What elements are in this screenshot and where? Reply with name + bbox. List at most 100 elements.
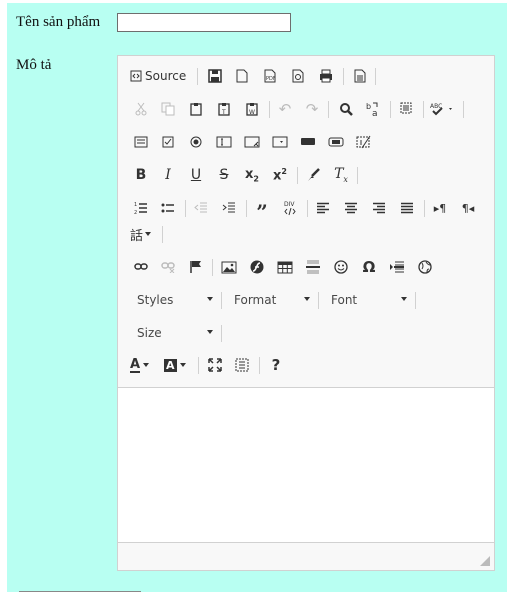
form-button[interactable] <box>130 131 152 153</box>
size-dropdown[interactable]: Size <box>137 322 213 344</box>
rtl-icon: ¶◂ <box>461 201 475 215</box>
paste-from-word-button[interactable]: W <box>241 98 263 120</box>
bulleted-list-button[interactable] <box>157 197 179 219</box>
copy-formatting-button[interactable] <box>302 164 324 186</box>
align-right-button[interactable] <box>368 197 390 219</box>
radio-icon <box>190 136 202 148</box>
image-button-tool[interactable] <box>325 131 347 153</box>
unlink-icon <box>161 262 175 273</box>
strikethrough-icon: S <box>219 167 229 183</box>
create-div-button[interactable]: DIV <box>279 197 301 219</box>
new-page-button[interactable] <box>231 65 253 87</box>
justify-icon <box>401 202 413 214</box>
form-icon <box>134 136 148 148</box>
increase-indent-button[interactable] <box>218 197 240 219</box>
product-name-input[interactable] <box>117 13 291 32</box>
paste-text-button[interactable]: T <box>213 98 235 120</box>
strikethrough-button[interactable]: S <box>213 164 235 186</box>
cut-button[interactable] <box>130 98 152 120</box>
remove-format-button[interactable]: Tx <box>330 164 352 186</box>
help-icon: ? <box>271 356 281 374</box>
paste-icon <box>190 103 202 116</box>
horizontal-line-button[interactable] <box>302 256 324 278</box>
hidden-field-icon <box>356 135 371 149</box>
superscript-button[interactable]: x2 <box>269 164 291 186</box>
align-left-button[interactable] <box>312 197 334 219</box>
preview-button[interactable] <box>287 65 309 87</box>
replace-icon: ba <box>366 102 378 117</box>
bold-button[interactable]: B <box>130 164 152 186</box>
align-center-icon <box>345 202 357 214</box>
resize-handle-icon[interactable] <box>480 556 490 566</box>
editor-content-area[interactable] <box>118 388 494 543</box>
export-pdf-button[interactable]: PDF <box>259 65 281 87</box>
flash-button[interactable] <box>246 256 268 278</box>
hidden-field-button[interactable] <box>353 131 375 153</box>
find-button[interactable] <box>335 98 357 120</box>
about-button[interactable]: ? <box>265 354 287 376</box>
redo-button[interactable]: ↷ <box>301 98 323 120</box>
justify-button[interactable] <box>396 197 418 219</box>
page-break-icon <box>390 261 404 273</box>
select-field-button[interactable] <box>269 131 291 153</box>
table-button[interactable] <box>274 256 296 278</box>
special-char-button[interactable]: Ω <box>358 256 380 278</box>
unlink-button[interactable] <box>157 256 179 278</box>
show-blocks-button[interactable] <box>231 354 253 376</box>
templates-button[interactable] <box>349 65 371 87</box>
align-right-icon <box>373 202 385 214</box>
smiley-button[interactable] <box>330 256 352 278</box>
radio-button-tool[interactable] <box>185 131 207 153</box>
button-tool[interactable] <box>297 131 319 153</box>
font-dropdown[interactable]: Font <box>331 289 407 311</box>
image-icon <box>221 261 237 273</box>
checkbox-button[interactable] <box>157 131 179 153</box>
text-color-button[interactable]: A <box>130 354 158 376</box>
textarea-button[interactable] <box>241 131 263 153</box>
paste-button[interactable] <box>185 98 207 120</box>
iframe-button[interactable] <box>414 256 436 278</box>
replace-button[interactable]: ba <box>362 98 384 120</box>
link-button[interactable] <box>130 256 152 278</box>
print-button[interactable] <box>315 65 337 87</box>
text-field-button[interactable] <box>213 131 235 153</box>
rtl-button[interactable]: ¶◂ <box>457 197 479 219</box>
copy-button[interactable] <box>157 98 179 120</box>
source-button[interactable]: Source <box>130 65 192 87</box>
italic-button[interactable]: I <box>157 164 179 186</box>
subscript-button[interactable]: x2 <box>241 164 263 186</box>
page-break-button[interactable] <box>386 256 408 278</box>
select-all-button[interactable] <box>395 98 417 120</box>
ltr-button[interactable]: ▸¶ <box>429 197 451 219</box>
chevron-down-icon <box>304 297 310 301</box>
paste-word-icon: W <box>246 103 258 116</box>
svg-text:DIV: DIV <box>284 201 295 208</box>
omega-icon: Ω <box>362 258 376 276</box>
language-button[interactable]: 話 <box>130 223 158 245</box>
svg-text:1: 1 <box>134 202 137 208</box>
background-color-button[interactable]: A <box>164 354 192 376</box>
table-icon <box>277 261 293 273</box>
svg-text:a: a <box>372 109 378 117</box>
save-button[interactable] <box>204 65 226 87</box>
anchor-button[interactable] <box>185 256 207 278</box>
text-color-arrow-icon <box>143 363 150 367</box>
align-center-button[interactable] <box>340 197 362 219</box>
styles-dropdown[interactable]: Styles <box>137 289 213 311</box>
blockquote-button[interactable]: ” <box>251 197 273 222</box>
spellcheck-button[interactable]: ABC <box>428 98 458 120</box>
format-dropdown[interactable]: Format <box>234 289 310 311</box>
chevron-down-icon <box>207 330 213 334</box>
flag-icon <box>190 261 201 273</box>
source-icon <box>130 70 142 82</box>
print-icon <box>320 69 332 83</box>
chevron-down-icon <box>401 297 407 301</box>
select-all-icon <box>400 102 412 114</box>
image-button[interactable] <box>218 256 240 278</box>
text-color-icon: A <box>130 356 141 373</box>
numbered-list-button[interactable]: 12 <box>130 197 152 219</box>
maximize-button[interactable] <box>204 354 226 376</box>
decrease-indent-button[interactable] <box>190 197 212 219</box>
undo-button[interactable]: ↶ <box>274 98 296 120</box>
underline-button[interactable]: U <box>185 164 207 186</box>
